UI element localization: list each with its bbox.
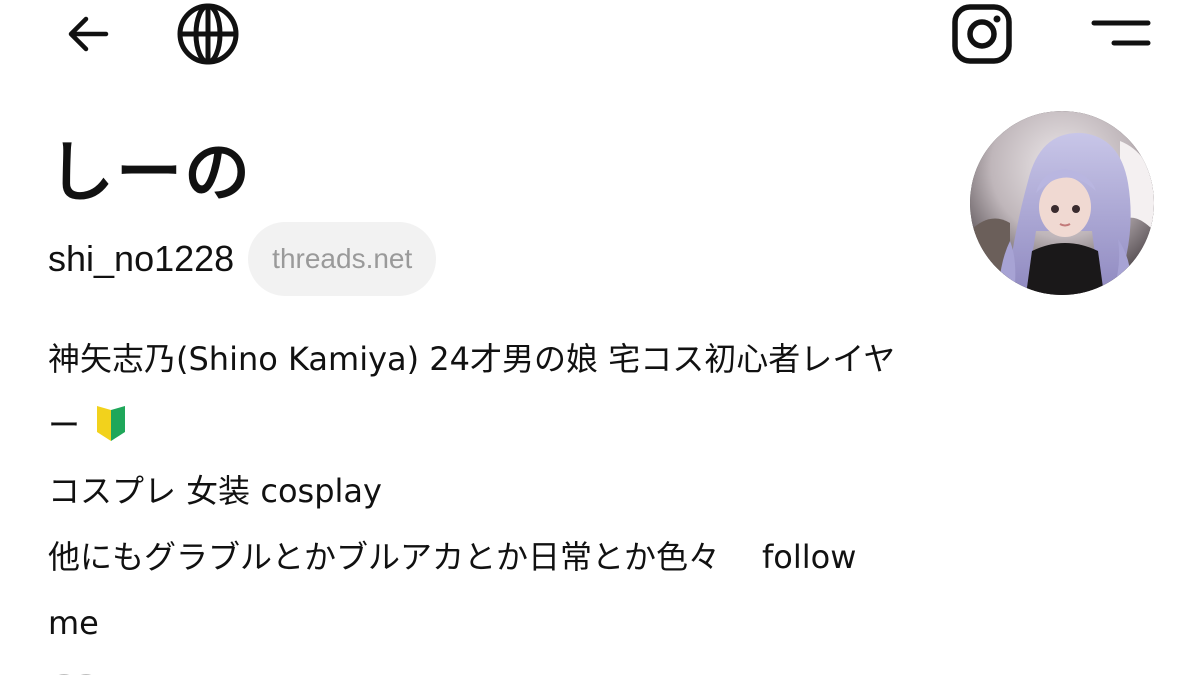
profile-screen: しーの shi_no1228 threads.net 神矢志乃(Shino Ka… xyxy=(0,0,1200,675)
profile-display-name: しーの xyxy=(48,134,252,211)
menu-button[interactable] xyxy=(1080,0,1160,74)
back-button[interactable] xyxy=(48,0,128,74)
instagram-button[interactable] xyxy=(942,0,1022,74)
follower-avatars-peek xyxy=(58,674,92,675)
bio-line-2-text: ー xyxy=(48,406,81,444)
bio-line-4: 他にもグラブルとかブルアカとか日常とか色々 follow xyxy=(48,524,1158,590)
avatar[interactable] xyxy=(970,111,1154,295)
bio-follow-text: follow xyxy=(762,538,857,576)
threads-domain-badge[interactable]: threads.net xyxy=(248,222,437,296)
menu-icon xyxy=(1091,20,1151,46)
bio-line-1: 神矢志乃(Shino Kamiya) 24才男の娘 宅コス初心者レイヤ xyxy=(48,340,896,378)
bio-line-2: ー xyxy=(48,392,1158,458)
profile-bio: 神矢志乃(Shino Kamiya) 24才男の娘 宅コス初心者レイヤ ー コス… xyxy=(48,326,1158,656)
bio-line-5: me xyxy=(48,604,99,642)
globe-button[interactable] xyxy=(168,0,248,74)
bio-line-3: コスプレ 女装 cosplay xyxy=(48,472,382,510)
handle-row: shi_no1228 threads.net xyxy=(48,222,437,296)
back-arrow-icon xyxy=(68,16,109,52)
instagram-icon xyxy=(952,4,1012,64)
avatar-image xyxy=(970,111,1154,295)
username: shi_no1228 xyxy=(48,238,235,279)
bio-line-4-text: 他にもグラブルとかブルアカとか日常とか色々 xyxy=(48,538,721,576)
globe-icon xyxy=(177,3,239,65)
beginner-mark-emoji xyxy=(97,406,126,441)
